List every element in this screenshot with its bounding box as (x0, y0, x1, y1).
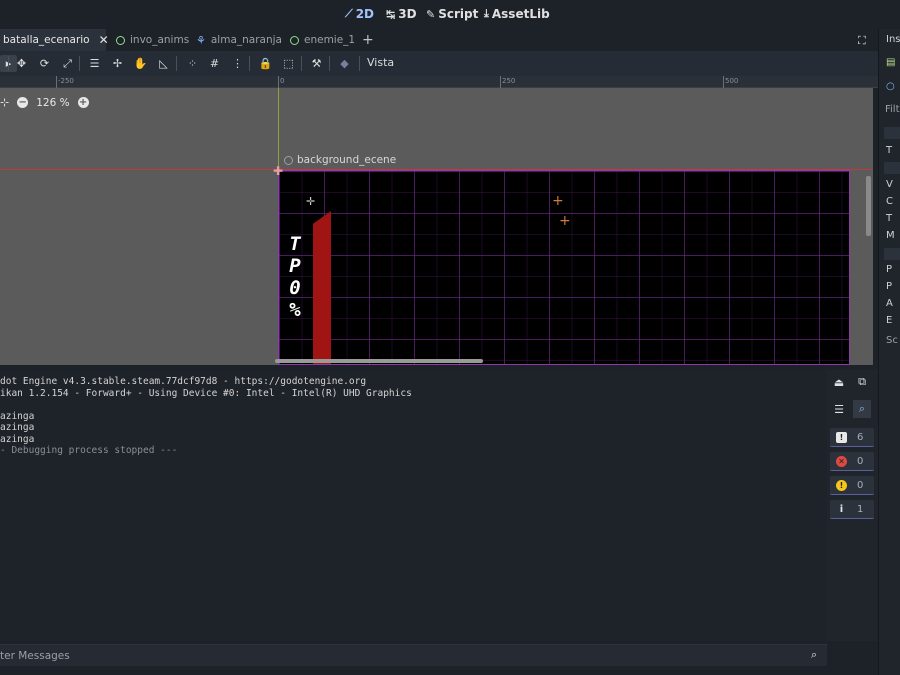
horizontal-ruler: -250 0 250 500 (0, 76, 878, 88)
workspace-3d-button[interactable]: ↹ 3D (386, 5, 417, 23)
add-scene-tab-button[interactable]: + (362, 29, 374, 51)
tab-alma-naranja[interactable]: ⚘ alma_naranja (196, 29, 282, 51)
output-line: - Debugging process stopped --- (0, 445, 178, 456)
workspace-script-button[interactable]: ✎ Script (426, 5, 478, 23)
output-panel: dot Engine v4.3.stable.steam.77dcf97d8 -… (0, 370, 827, 641)
move-mode-icon[interactable]: ✥ (13, 55, 30, 72)
rotate-mode-icon[interactable]: ⟳ (36, 55, 53, 72)
zoom-controls: ⊹ − 126 % + (0, 96, 89, 109)
output-line: azinga (0, 422, 35, 433)
node2d-icon (116, 35, 125, 45)
more-options-icon[interactable]: ⋮ (229, 55, 246, 72)
output-line: dot Engine v4.3.stable.steam.77dcf97d8 -… (0, 376, 367, 387)
scene-tree-icon: ⚘ (196, 33, 206, 47)
output-line: azinga (0, 434, 35, 445)
bone-icon[interactable]: ⚒ (308, 55, 325, 72)
inspector-dock: Ins ▤ ○ Filt T V C T M P P A E Sc (878, 29, 900, 675)
output-line: azinga (0, 411, 35, 422)
warnings-filter-button[interactable]: ! 0 (830, 476, 874, 495)
vertical-scrollbar[interactable] (866, 176, 871, 236)
errors-filter-button[interactable]: ✕ 0 (830, 452, 874, 471)
object-icon: ○ (886, 81, 895, 92)
error-icon: ✕ (836, 455, 847, 467)
pan-mode-icon[interactable]: ✋ (132, 55, 149, 72)
canvas-toolbar: ▸ ✥ ⟳ ⤢ ☰ ✢ ✋ ◺ ⁘ # ⋮ 🔒 ⬚ ⚒ ◆ Vista (0, 51, 878, 76)
clear-output-icon[interactable]: ⏏ (830, 373, 848, 391)
scene-label-text: T P 0 % (289, 233, 301, 321)
copy-icon[interactable]: ⧉ (853, 373, 871, 391)
zoom-out-button[interactable]: − (17, 97, 29, 108)
camera-override-icon[interactable]: ◆ (336, 55, 353, 72)
tab-enemie-1[interactable]: enemie_1 (290, 29, 355, 51)
smart-snap-icon[interactable]: ⁘ (184, 55, 201, 72)
group-icon[interactable]: ⬚ (280, 55, 297, 72)
tab-invo-anims[interactable]: invo_anims (116, 29, 189, 51)
close-icon[interactable]: ✕ (99, 33, 109, 47)
info-filter-button[interactable]: i 1 (830, 500, 874, 519)
filter-messages-field[interactable]: ter Messages ⌕ (0, 644, 827, 666)
scale-mode-icon[interactable]: ⤢ (59, 55, 76, 72)
list-select-icon[interactable]: ☰ (86, 55, 103, 72)
script-icon: ✎ (426, 7, 436, 21)
2d-icon: ⟋ (345, 7, 353, 20)
origin-icon: ✚ (273, 164, 284, 178)
view-menu[interactable]: Vista (367, 56, 394, 69)
warning-icon: ! (836, 479, 847, 491)
canvas-viewport[interactable]: ⊹ − 126 % + background_ecene T P 0 % ✛ +… (0, 88, 873, 365)
workspace-assetlib-button[interactable]: ⤓ AssetLib (484, 5, 550, 23)
node-marker-icon: ✛ (306, 195, 316, 208)
3d-icon: ↹ (386, 7, 396, 21)
scene-tabs: batalla_ecenario ✕ invo_anims ⚘ alma_nar… (0, 29, 878, 51)
info-icon: i (839, 503, 844, 515)
pivot-icon[interactable]: ✢ (109, 55, 126, 72)
zoom-level[interactable]: 126 % (36, 97, 69, 109)
lock-icon[interactable]: 🔒 (257, 55, 274, 72)
scene-background[interactable]: T P 0 % ✛ + + (278, 170, 850, 365)
workspace-2d-button[interactable]: ⟋ 2D (345, 5, 374, 23)
zoom-in-button[interactable]: + (77, 97, 89, 108)
position-marker-icon: + (559, 213, 571, 229)
node2d-icon (290, 35, 299, 45)
center-view-icon[interactable]: ⊹ (0, 96, 9, 109)
position-marker-icon: + (552, 193, 564, 209)
distraction-free-icon[interactable]: ⛶ (858, 34, 866, 48)
messages-filter-button[interactable]: ! 6 (830, 428, 874, 447)
workspace-bar: ⟋ 2D ↹ 3D ✎ Script ⤓ AssetLib (0, 0, 900, 28)
grid-snap-icon[interactable]: # (206, 55, 223, 72)
search-icon[interactable]: ⌕ (853, 400, 871, 418)
tab-batalla-ecenario[interactable]: batalla_ecenario ✕ (0, 29, 109, 51)
horizontal-scrollbar[interactable] (275, 359, 483, 363)
collapse-icon[interactable]: ☰ (830, 400, 848, 418)
red-sprite[interactable] (313, 211, 331, 364)
output-line: ikan 1.2.154 - Forward+ - Using Device #… (0, 388, 412, 399)
output-side-controls: ⏏ ⧉ ☰ ⌕ ! 6 ✕ 0 ! 0 i 1 (827, 370, 878, 641)
search-icon: ⌕ (811, 648, 818, 661)
download-icon: ⤓ (484, 7, 489, 20)
file-icon[interactable]: ▤ (886, 57, 895, 68)
message-icon: ! (836, 431, 847, 443)
ruler-mode-icon[interactable]: ◺ (155, 55, 172, 72)
node-label: background_ecene (284, 154, 396, 166)
node-icon (284, 155, 293, 165)
